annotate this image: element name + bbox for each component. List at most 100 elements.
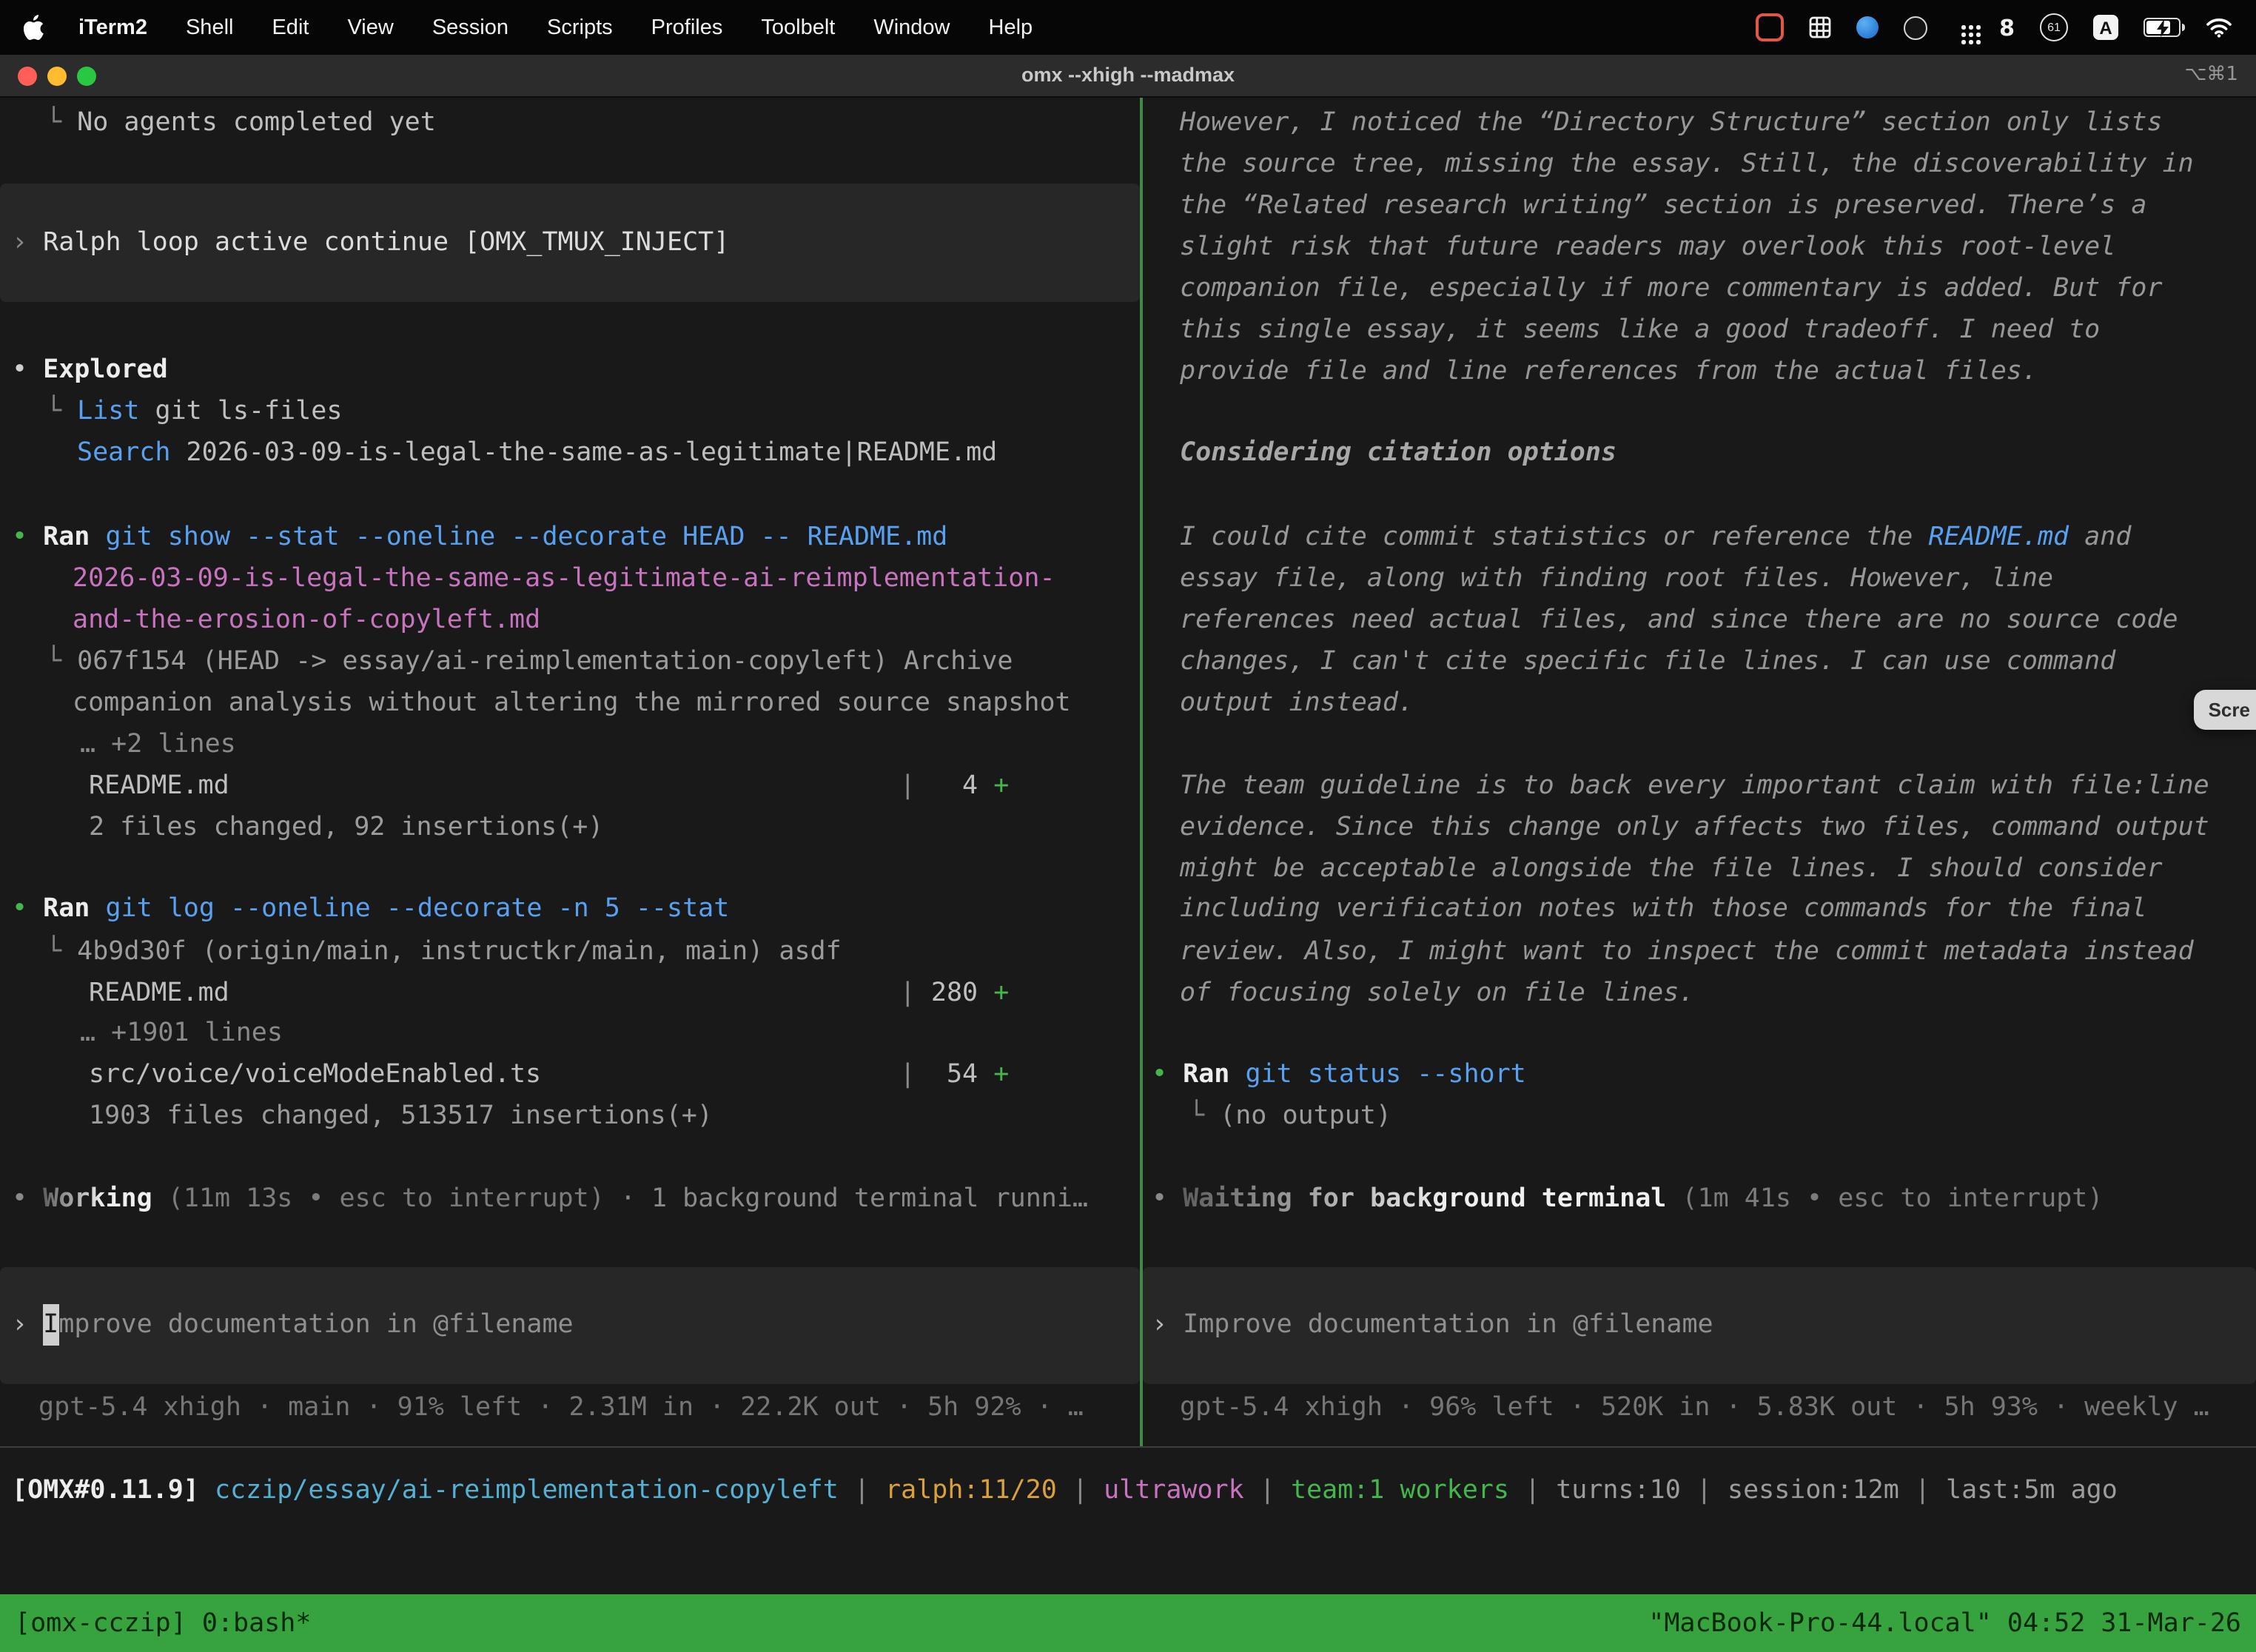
essay-filename-line-1: 2026-03-09-is-legal-the-same-as-legitima… [73, 558, 1055, 600]
menu-item-shell[interactable]: Shell [167, 16, 253, 39]
right-terminal-pane[interactable]: However, I noticed the “Directory Struct… [1143, 98, 2256, 1446]
essay-filename-line-2: and-the-erosion-of-copyleft.md [73, 600, 540, 641]
no-agents-line: └ No agents completed yet [46, 102, 436, 144]
reasoning-line: The team guideline is to back every impo… [1180, 765, 2209, 807]
no-output-line: └ (no output) [1189, 1095, 1391, 1137]
reasoning-line: references need actual files, and since … [1180, 600, 2178, 641]
menu-item-scripts[interactable]: Scripts [528, 16, 632, 39]
reasoning-line: slight risk that future readers may over… [1180, 226, 2115, 268]
window-shortcut-badge: ⌥⌘1 [2184, 55, 2238, 98]
omx-status-line: [OMX#0.11.9] cczip/essay/ai-reimplementa… [12, 1470, 2118, 1511]
model-status-line: gpt-5.4 xhigh · 96% left · 520K in · 5.8… [1180, 1387, 2209, 1428]
reasoning-line: companion file, especially if more comme… [1180, 268, 2163, 309]
bullet-icon: • [12, 894, 43, 924]
reasoning-line: the “Related research writing” section i… [1180, 185, 2146, 226]
menu-item-view[interactable]: View [328, 16, 412, 39]
wifi-icon[interactable] [2206, 17, 2232, 38]
more-lines-indicator: … +1901 lines [80, 1013, 283, 1054]
reasoning-line: review. Also, I might want to inspect th… [1180, 931, 2194, 973]
screen: iTerm2 Shell Edit View Session Scripts P… [0, 0, 2256, 1652]
footer-divider [0, 1446, 2256, 1448]
terminal-area: └ No agents completed yet › Ralph loop a… [0, 98, 2256, 1594]
diffstat-row: src/voice/voiceModeEnabled.ts| 54 + [89, 1054, 1009, 1095]
ralph-loop-banner: › Ralph loop active continue [OMX_TMUX_I… [0, 184, 1140, 302]
window-title-bar: omx --xhigh --madmax ⌥⌘1 [0, 55, 2256, 98]
apple-menu-icon[interactable] [24, 15, 44, 40]
tree-branch-icon: └ [1189, 1101, 1220, 1131]
reasoning-line: output instead. [1180, 682, 1414, 724]
readme-link: README.md [1928, 523, 2069, 552]
turns-counter: turns:10 [1556, 1476, 1681, 1505]
left-terminal-pane[interactable]: └ No agents completed yet › Ralph loop a… [0, 98, 1140, 1446]
grid-app-icon[interactable] [1809, 16, 1831, 38]
waiting-status-line: • Waiting for background terminal (1m 41… [1152, 1178, 2103, 1220]
menu-item-app-name[interactable]: iTerm2 [59, 16, 167, 39]
explored-search-line: Search 2026-03-09-is-legal-the-same-as-l… [77, 432, 997, 474]
tmux-session-window: [omx-cczip] 0:bash* [15, 1608, 311, 1638]
reasoning-line: provide file and line references from th… [1180, 351, 2038, 392]
notification-toast[interactable]: Scre [2194, 690, 2256, 730]
reasoning-line: might be acceptable alongside the file l… [1180, 848, 2163, 890]
screen-recording-indicator-icon[interactable] [1756, 13, 1784, 41]
blue-app-icon[interactable] [1856, 16, 1879, 38]
input-text: mprove documentation in @filename [58, 1310, 573, 1340]
ran-git-log-line: • Ran git log --oneline --decorate -n 5 … [12, 888, 729, 930]
chevron-prompt-icon: › [12, 228, 43, 258]
reasoning-line: However, I noticed the “Directory Struct… [1180, 102, 2163, 144]
battery-icon[interactable] [2143, 18, 2181, 37]
reasoning-line: evidence. Since this change only affects… [1180, 807, 2209, 848]
chevron-prompt-icon: › [12, 1310, 43, 1340]
dots-grid-icon[interactable] [1953, 17, 1974, 38]
text-cursor: I [43, 1304, 58, 1346]
model-status-line: gpt-5.4 xhigh · main · 91% left · 2.31M … [38, 1387, 1084, 1428]
tree-branch-icon: └ [46, 937, 77, 967]
window-title: omx --xhigh --madmax [0, 55, 2256, 98]
chevron-prompt-icon: › [1152, 1310, 1183, 1340]
menu-status-icons: 8 61 A [1756, 13, 2256, 41]
prompt-input-box[interactable]: › Improve documentation in @filename [0, 1267, 1140, 1384]
bullet-icon: • [1152, 1060, 1183, 1089]
working-status-line: • Working (11m 13s • esc to interrupt) ·… [12, 1178, 1088, 1220]
commit-message-line-2: companion analysis without altering the … [73, 682, 1071, 724]
menu-item-window[interactable]: Window [854, 16, 969, 39]
reasoning-line: this single essay, it seems like a good … [1180, 309, 2100, 351]
reasoning-line: I could cite commit statistics or refere… [1180, 517, 2131, 558]
diffstat-row: README.md| 4 + [89, 765, 1009, 807]
menu-item-session[interactable]: Session [413, 16, 528, 39]
tmux-host-clock: "MacBook-Pro-44.local" 04:52 31-Mar-26 [1648, 1608, 2241, 1638]
reasoning-line: including verification notes with those … [1180, 888, 2146, 930]
input-source-icon[interactable]: A [2093, 15, 2118, 40]
explored-header: • Explored [12, 349, 168, 391]
bullet-icon: • [12, 1184, 43, 1214]
tree-branch-icon: └ [46, 397, 77, 426]
bullet-icon: • [1152, 1184, 1183, 1214]
menu-left: iTerm2 Shell Edit View Session Scripts P… [0, 15, 1052, 40]
diffstat-summary: 1903 files changed, 513517 insertions(+) [89, 1095, 713, 1137]
last-activity: last:5m ago [1946, 1476, 2118, 1505]
reasoning-line: of focusing solely on file lines. [1180, 973, 1694, 1014]
tree-branch-icon: └ [46, 108, 77, 138]
mode-badge: ultrawork [1104, 1476, 1244, 1505]
omx-version: [OMX#0.11.9] [12, 1476, 215, 1505]
menu-item-help[interactable]: Help [970, 16, 1053, 39]
team-badge: team:1 workers [1291, 1476, 1509, 1505]
session-timer: session:12m [1728, 1476, 1899, 1505]
workspace-path: cczip/essay/ai-reimplementation-copyleft [215, 1476, 839, 1505]
input-text: Improve documentation in @filename [1183, 1310, 1713, 1340]
menu-item-toolbelt[interactable]: Toolbelt [742, 16, 854, 39]
ran-git-show-line: • Ran git show --stat --oneline --decora… [12, 517, 947, 558]
tmux-status-bar: [omx-cczip] 0:bash* "MacBook-Pro-44.loca… [0, 1594, 2256, 1652]
menu-item-profiles[interactable]: Profiles [632, 16, 742, 39]
menu-item-edit[interactable]: Edit [252, 16, 328, 39]
macos-menu-bar: iTerm2 Shell Edit View Session Scripts P… [0, 0, 2256, 55]
gauge-icon[interactable]: 61 [2040, 13, 2068, 41]
diffstat-summary: 2 files changed, 92 insertions(+) [89, 807, 603, 848]
tree-branch-icon: └ [46, 647, 77, 676]
reasoning-line: changes, I can't cite specific file line… [1180, 641, 2115, 682]
prompt-input-box[interactable]: › Improve documentation in @filename [1143, 1267, 2256, 1384]
ralph-banner-text: Ralph loop active continue [OMX_TMUX_INJ… [43, 228, 729, 258]
log-commit-line: └ 4b9d30f (origin/main, instructkr/main,… [46, 931, 842, 973]
gauge-value: 61 [2047, 21, 2061, 34]
dark-circle-app-icon[interactable] [1904, 16, 1927, 39]
app-glyph-icon[interactable]: 8 [1999, 14, 2015, 41]
